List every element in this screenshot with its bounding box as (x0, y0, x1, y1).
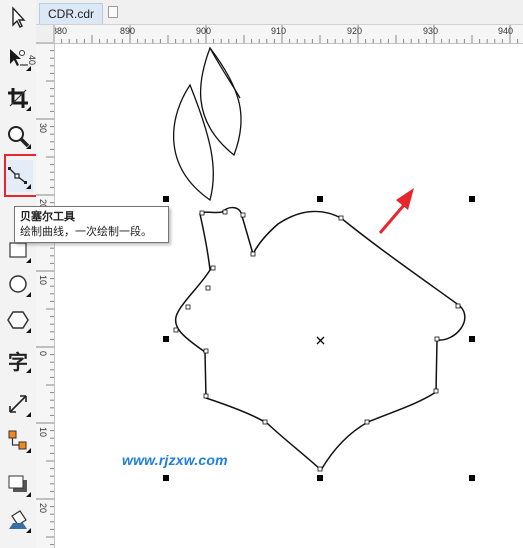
bezier-nodes (173, 209, 461, 472)
polygon-tool-button[interactable] (3, 304, 33, 336)
flyout-indicator-icon (26, 144, 31, 149)
ruler-label-v-0: 0 (38, 351, 48, 357)
horizontal-ruler[interactable]: 880 890 900 910 920 930 940 (36, 25, 523, 44)
ruler-label-910: 910 (271, 26, 287, 36)
flyout-indicator-icon (26, 66, 31, 71)
dimension-tool-button[interactable] (3, 388, 33, 420)
ruler-label-v-40: 40 (27, 55, 37, 66)
document-tab-bar: CDR.cdr (36, 0, 523, 25)
vertical-ruler[interactable]: 40 30 20 10 0 10 20 (27, 25, 55, 548)
toolbox: 字 (0, 0, 43, 548)
ruler-label-900: 900 (196, 26, 212, 36)
ruler-label-v-10b: 10 (38, 427, 48, 438)
text-tool-glyph: 字 (8, 349, 28, 374)
ruler-label-v-30: 30 (38, 123, 48, 134)
ruler-label-930: 930 (423, 26, 439, 36)
ruler-label-920: 920 (347, 26, 363, 36)
leaf-shape-small[interactable] (172, 83, 215, 202)
leaf-shape-large[interactable] (199, 46, 242, 157)
flyout-indicator-icon (26, 412, 31, 417)
flyout-indicator-icon (26, 258, 31, 263)
bezier-house-outline[interactable] (174, 206, 466, 472)
new-document-tab-icon[interactable] (108, 6, 118, 18)
ruler-origin-corner[interactable] (36, 25, 54, 43)
fill-tool-button[interactable] (3, 504, 33, 536)
pick-tool-button[interactable] (3, 2, 33, 34)
selection-center-marker (316, 336, 325, 345)
text-tool-button[interactable]: 字 (3, 344, 33, 376)
ruler-label-v-20b: 20 (38, 503, 48, 514)
bezier-tool-tooltip: 贝塞尔工具 绘制曲线，一次绘制一段。 (14, 206, 169, 243)
leaf-shape-inner-curve[interactable] (209, 47, 241, 99)
watermark-text: www.rjzxw.com (122, 452, 228, 468)
document-tab[interactable]: CDR.cdr (39, 3, 103, 24)
vertical-ruler-ticks (36, 42, 54, 546)
zoom-tool-button[interactable] (3, 120, 33, 152)
drawing-surface (163, 46, 475, 481)
drop-shadow-tool-button[interactable] (3, 468, 33, 500)
red-arrow-annotation (378, 188, 414, 234)
tooltip-title: 贝塞尔工具 (20, 211, 75, 223)
ruler-label-v-10: 10 (38, 275, 48, 286)
pointer-arrow-icon (12, 6, 26, 28)
document-tab-title: CDR.cdr (47, 7, 94, 21)
flyout-indicator-icon (26, 448, 31, 453)
flyout-indicator-icon (26, 292, 31, 297)
flyout-indicator-icon (26, 368, 31, 373)
drawing-canvas[interactable] (55, 44, 523, 548)
connector-tool-button[interactable] (3, 424, 33, 456)
flyout-indicator-icon (26, 492, 31, 497)
flyout-indicator-icon (26, 328, 31, 333)
tooltip-description: 绘制曲线，一次绘制一段。 (20, 226, 152, 238)
flyout-indicator-icon (26, 528, 31, 533)
flyout-indicator-icon (26, 106, 31, 111)
ellipse-tool-button[interactable] (3, 268, 33, 300)
ruler-label-940: 940 (498, 26, 514, 36)
crop-tool-button[interactable] (3, 82, 33, 114)
ruler-label-890: 890 (120, 26, 136, 36)
